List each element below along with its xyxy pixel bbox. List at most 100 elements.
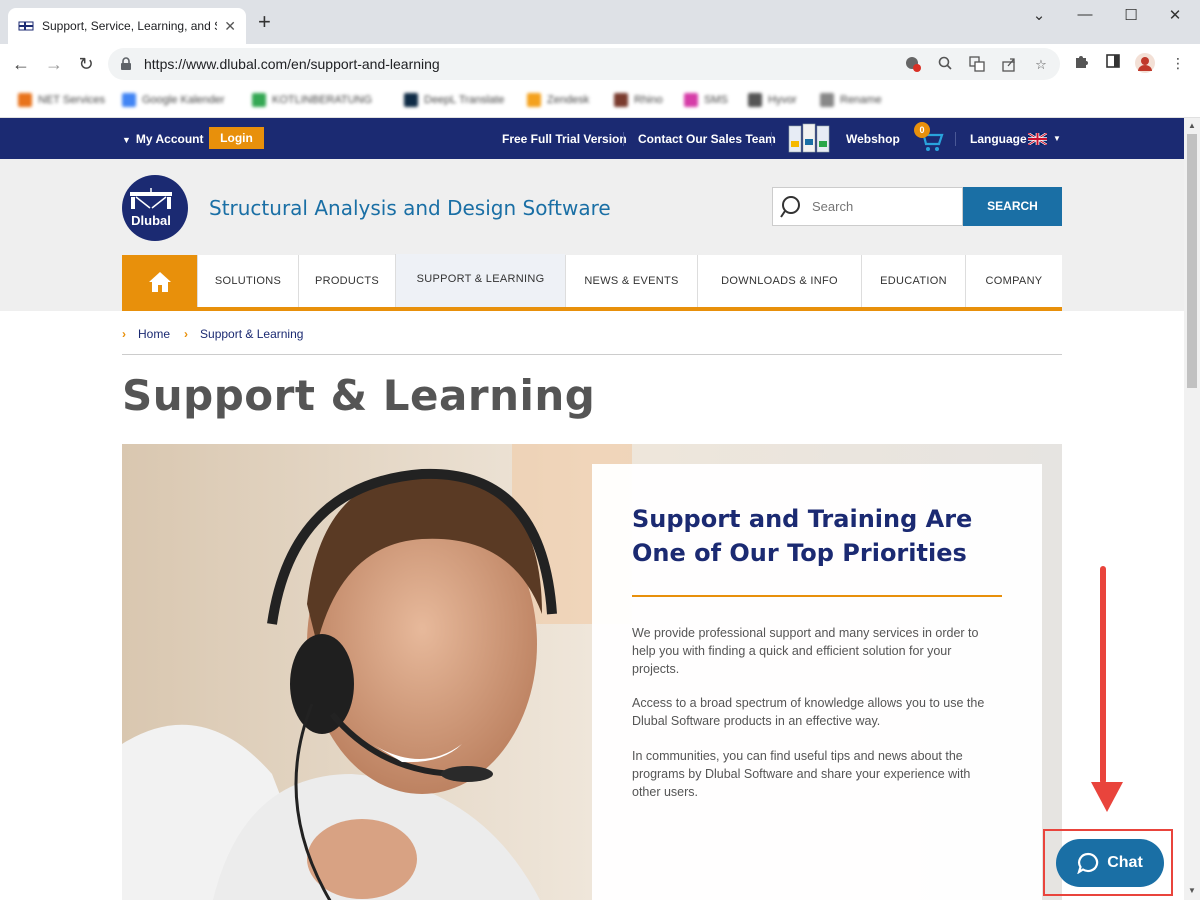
breadcrumb-chevron-icon: › [122, 327, 126, 341]
bookmark-icon [404, 93, 418, 107]
translate-icon[interactable] [968, 56, 986, 74]
bookmark-item[interactable]: NET Services [18, 93, 105, 107]
bookmark-icon [122, 93, 136, 107]
chat-label: Chat [1107, 854, 1143, 871]
home-nav-button[interactable] [122, 255, 197, 307]
bookmark-item[interactable]: Rename [820, 93, 882, 107]
uk-flag-icon[interactable] [1028, 133, 1047, 145]
caret-down-icon: ▼ [122, 135, 131, 145]
address-bar[interactable]: https://www.dlubal.com/en/support-and-le… [108, 48, 1060, 80]
card-paragraph: We provide professional support and many… [632, 626, 979, 676]
forward-arrow-icon[interactable]: → [43, 53, 65, 75]
login-button[interactable]: Login [209, 127, 264, 149]
breadcrumb-home-link[interactable]: Home [138, 327, 170, 341]
page-scrollbar[interactable]: ▲ ▼ [1184, 118, 1200, 900]
profile-avatar[interactable] [1135, 53, 1155, 73]
search-page-icon[interactable] [936, 56, 954, 74]
site-search-box[interactable] [772, 187, 963, 226]
site-search-button[interactable]: SEARCH [963, 187, 1062, 226]
page-title: Support & Learning [122, 371, 596, 420]
bookmark-item[interactable]: Hyvor [748, 93, 797, 107]
extensions-puzzle-icon[interactable] [1071, 53, 1091, 73]
browser-menu-icon[interactable]: ⋮ [1168, 53, 1188, 73]
bookmark-item[interactable]: KOTLINBERATUNG [252, 93, 372, 107]
webshop-link[interactable]: Webshop [846, 132, 900, 146]
scrollbar-thumb[interactable] [1187, 134, 1197, 388]
language-caret-icon[interactable]: ▼ [1053, 134, 1061, 143]
scroll-up-icon[interactable]: ▲ [1188, 121, 1196, 130]
home-icon [149, 272, 171, 292]
breadcrumb-current[interactable]: Support & Learning [200, 327, 303, 341]
nav-downloads-info[interactable]: DOWNLOADS & INFO [697, 255, 861, 307]
bookmark-star-icon[interactable]: ☆ [1032, 56, 1050, 74]
side-panel-icon[interactable] [1103, 53, 1123, 73]
bookmark-item[interactable]: Google Kalender [122, 93, 225, 107]
dlubal-logo[interactable]: Dlubal [122, 170, 188, 246]
tab-search-chevron-icon[interactable]: ⌄ [1024, 6, 1054, 24]
bookmark-icon [748, 93, 762, 107]
nav-company[interactable]: COMPANY [965, 255, 1062, 307]
search-icon [780, 195, 800, 218]
nav-news-events[interactable]: NEWS & EVENTS [565, 255, 697, 307]
browser-tab[interactable]: Support, Service, Learning, and Sup ✕ [8, 8, 246, 44]
contact-sales-link[interactable]: Contact Our Sales Team [638, 132, 776, 146]
divider [632, 595, 1002, 597]
card-paragraph: Access to a broad spectrum of knowledge … [632, 696, 985, 728]
tab-close-icon[interactable]: ✕ [224, 18, 236, 35]
tab-title: Support, Service, Learning, and Sup [42, 19, 217, 33]
bookmark-icon [684, 93, 698, 107]
divider [122, 354, 1062, 355]
dlubal-favicon-icon [18, 21, 34, 31]
language-selector[interactable]: Language [970, 132, 1027, 146]
browser-tabstrip: Support, Service, Learning, and Sup ✕ + … [0, 0, 1200, 44]
hero-section: Support and Training Are One of Our Top … [122, 444, 1062, 900]
breadcrumb: › Home › Support & Learning [122, 327, 303, 341]
blocked-cookies-icon[interactable] [904, 56, 922, 74]
new-tab-icon[interactable]: + [258, 11, 271, 33]
lock-icon [121, 57, 131, 70]
chat-bubble-icon [1077, 852, 1099, 874]
annotation-arrow-head [1091, 782, 1123, 812]
bookmark-icon [527, 93, 541, 107]
page-viewport: ▼ My Account Login Free Full Trial Versio… [0, 118, 1184, 900]
nav-products[interactable]: PRODUCTS [298, 255, 395, 307]
reload-icon[interactable]: ↻ [75, 53, 97, 75]
nav-solutions[interactable]: SOLUTIONS [197, 255, 298, 307]
nav-support-learning[interactable]: SUPPORT & LEARNING [395, 254, 565, 307]
annotation-arrow [1100, 566, 1106, 784]
bookmark-item[interactable]: Zendesk [527, 93, 589, 107]
divider [623, 132, 624, 146]
card-heading: Support and Training Are One of Our Top … [632, 505, 973, 567]
my-account-link[interactable]: ▼ My Account [122, 132, 203, 146]
back-arrow-icon[interactable]: ← [10, 53, 32, 75]
divider [955, 132, 956, 146]
bookmark-icon [614, 93, 628, 107]
maximize-icon[interactable]: ☐ [1116, 6, 1146, 24]
chat-button[interactable]: Chat [1056, 839, 1164, 887]
share-icon[interactable] [1000, 56, 1018, 74]
scroll-down-icon[interactable]: ▼ [1188, 886, 1196, 895]
software-boxes-icon [788, 123, 830, 153]
bookmark-item[interactable]: Rhino [614, 93, 663, 107]
logo-wordmark: Dlubal [131, 213, 171, 228]
browser-toolbar: ← → ↻ https://www.dlubal.com/en/support-… [0, 44, 1200, 84]
site-search-input[interactable] [812, 199, 952, 214]
bookmark-icon [252, 93, 266, 107]
breadcrumb-chevron-icon: › [184, 327, 189, 341]
cart-count-badge: 0 [914, 122, 930, 138]
main-navigation: SOLUTIONS PRODUCTS SUPPORT & LEARNING NE… [122, 254, 1062, 311]
bookmarks-bar: NET Services Google Kalender KOTLINBERAT… [0, 84, 1200, 118]
url-text: https://www.dlubal.com/en/support-and-le… [144, 56, 440, 72]
card-paragraph: In communities, you can find useful tips… [632, 749, 971, 799]
divider [771, 132, 772, 146]
free-trial-link[interactable]: Free Full Trial Version [502, 132, 627, 146]
site-tagline: Structural Analysis and Design Software [209, 196, 611, 220]
bookmark-item[interactable]: SMS [684, 93, 728, 107]
minimize-icon[interactable]: — [1070, 6, 1100, 23]
bookmark-icon [820, 93, 834, 107]
top-utility-bar: ▼ My Account Login Free Full Trial Versio… [0, 118, 1184, 159]
window-close-icon[interactable]: ✕ [1160, 6, 1190, 24]
nav-education[interactable]: EDUCATION [861, 255, 965, 307]
content-card: Support and Training Are One of Our Top … [592, 464, 1042, 900]
bookmark-item[interactable]: DeepL Translate [404, 93, 504, 107]
